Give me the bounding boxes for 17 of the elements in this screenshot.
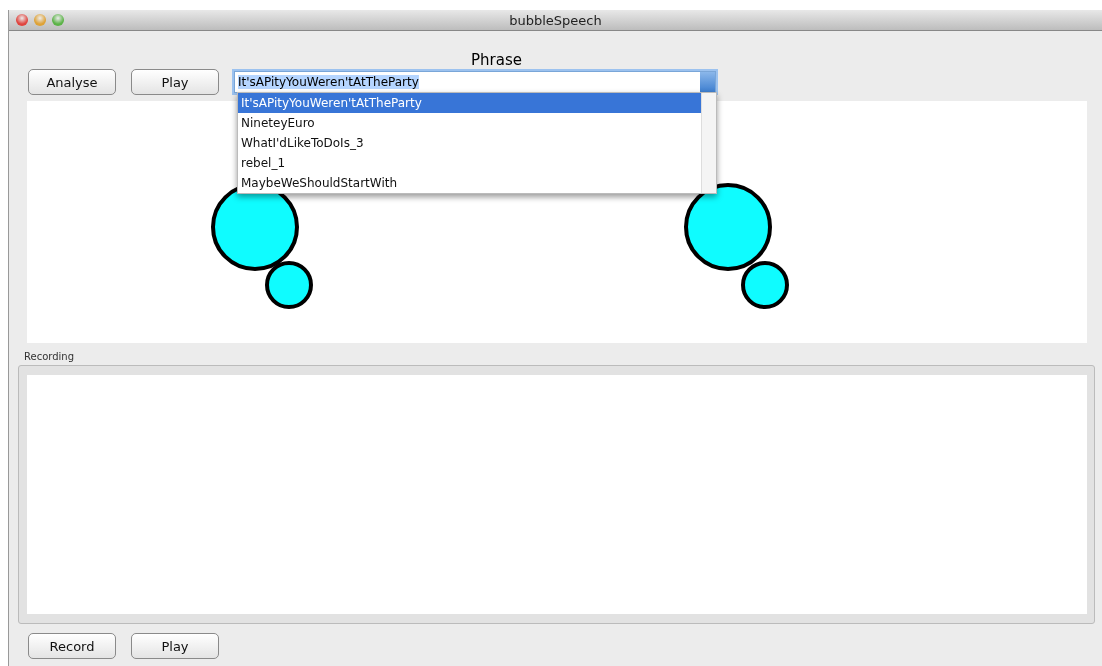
window-control-icon[interactable] [16,14,28,26]
dropdown-option[interactable]: WhatI'dLikeToDoIs_3 [238,133,701,153]
phrase-label: Phrase [471,51,522,69]
action-button[interactable]: Play [131,633,219,659]
dropdown-option[interactable]: NineteyEuro [238,113,701,133]
window-title: bubbleSpeech [509,12,602,28]
phrase-dropdown[interactable]: It'sAPityYouWeren'tAtTheParty [234,71,716,93]
scrollbar[interactable] [701,93,716,193]
action-button[interactable]: Play [131,69,219,95]
dropdown-option[interactable]: It'sAPityYouWeren'tAtTheParty [238,93,701,113]
dropdown-option[interactable]: MaybeWeShouldStartWith [238,173,701,193]
action-button[interactable]: Analyse [28,69,116,95]
recording-label: Recording [24,351,75,363]
action-button[interactable]: Record [28,633,116,659]
dropdown-option[interactable]: rebel_1 [238,153,701,173]
window-control-icon[interactable] [52,14,64,26]
window-control-icon[interactable] [34,14,46,26]
